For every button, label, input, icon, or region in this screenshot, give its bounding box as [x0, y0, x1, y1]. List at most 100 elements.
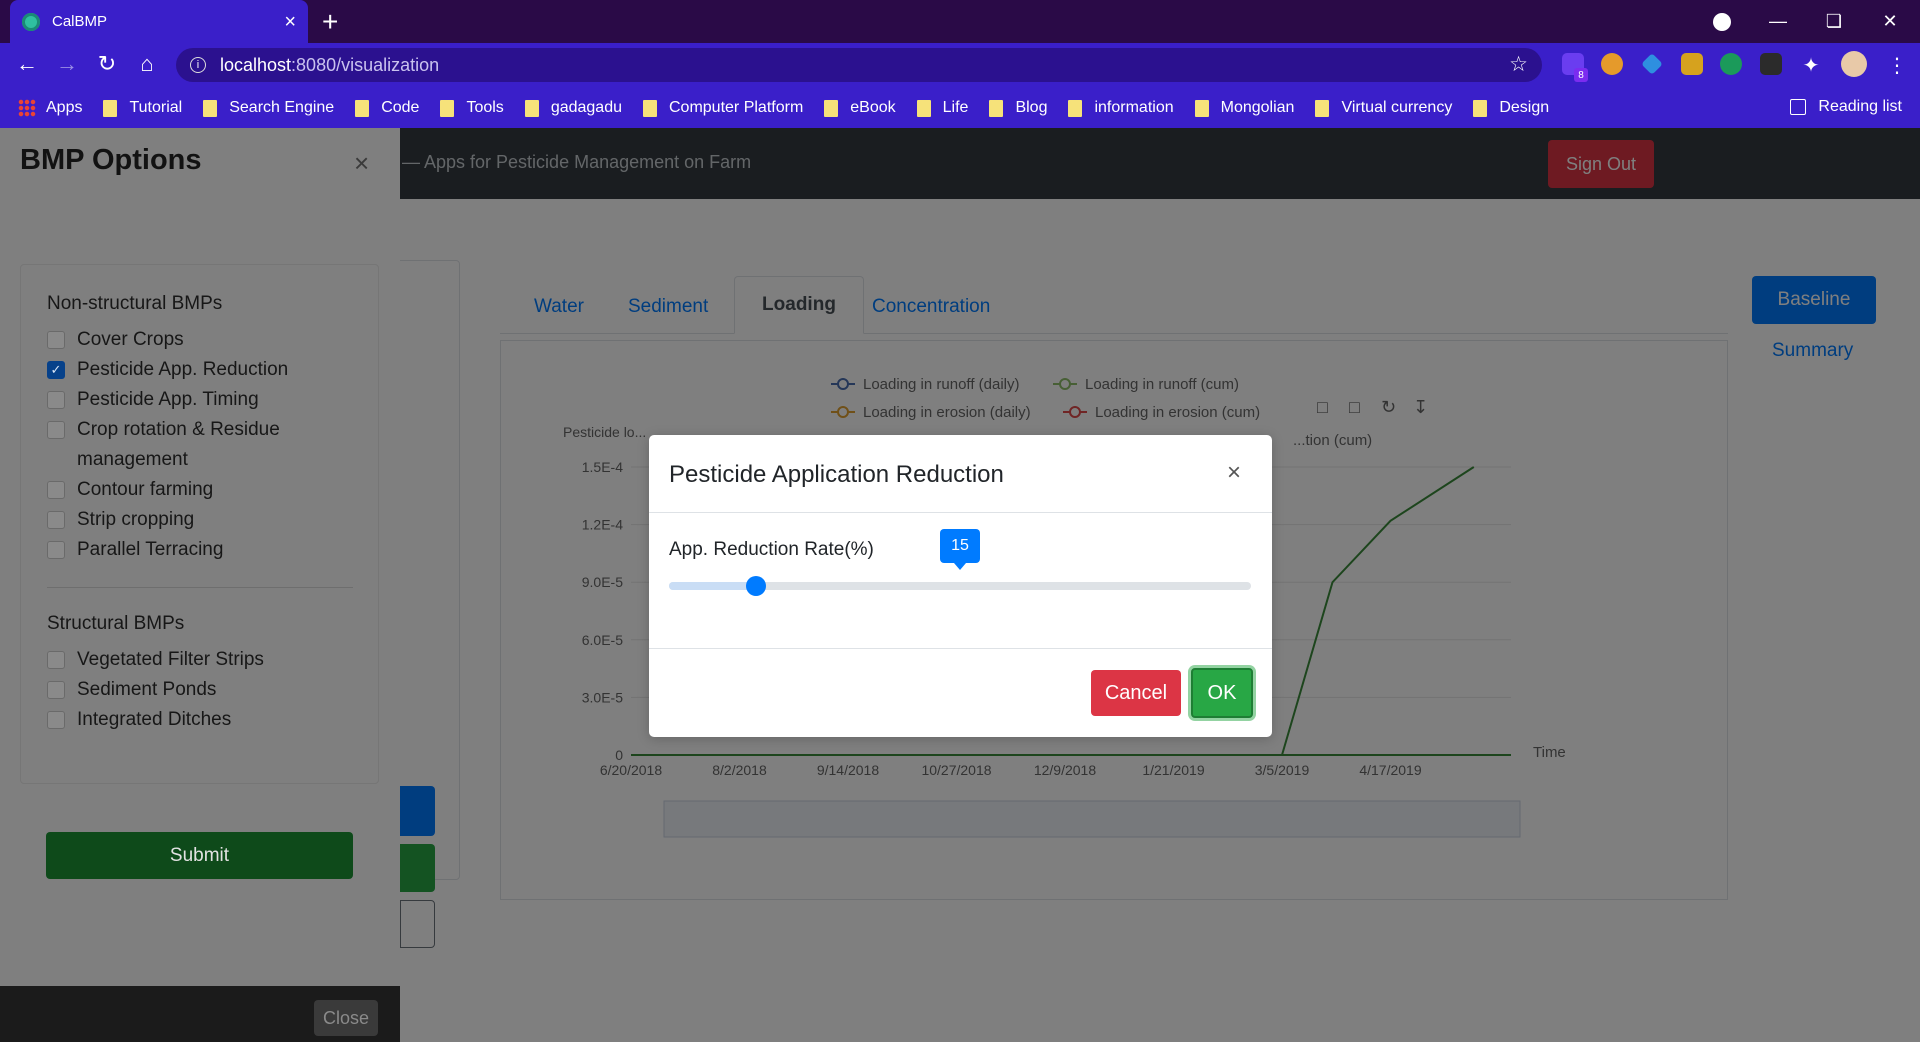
checkbox-label: Vegetated Filter Strips	[77, 649, 264, 670]
browser-menu-icon[interactable]: ⋮	[1886, 53, 1908, 77]
bookmark-folder[interactable]: Code	[355, 99, 419, 117]
reduction-rate-slider[interactable]	[669, 576, 1251, 596]
bookmark-label: Code	[381, 99, 420, 116]
checkbox[interactable]	[47, 541, 65, 559]
offcanvas-title: BMP Options	[20, 144, 202, 176]
bookmark-folder[interactable]: Life	[916, 99, 969, 117]
checkbox-label: Crop rotation & Residue management	[77, 419, 280, 470]
checkbox[interactable]	[47, 511, 65, 529]
reading-list-button[interactable]: Reading list	[1790, 98, 1902, 116]
bookmark-label: Life	[942, 99, 969, 116]
bmp-cover-crops[interactable]: Cover Crops	[47, 325, 184, 355]
close-button[interactable]: Close	[314, 1000, 378, 1036]
modal-close-icon[interactable]: ×	[1227, 459, 1241, 487]
folder-icon	[203, 99, 218, 117]
restore-icon[interactable]: ❏	[1806, 0, 1862, 43]
bookmark-label: Blog	[1015, 99, 1048, 116]
checkbox[interactable]	[47, 481, 65, 499]
checkbox-label: Pesticide App. Reduction	[77, 359, 289, 380]
cookie-extension-icon[interactable]	[1601, 53, 1623, 75]
address-bar[interactable]: i localhost:8080/visualization ☆	[176, 48, 1542, 82]
ok-button[interactable]: OK	[1191, 668, 1253, 718]
bookmark-folder[interactable]: Design	[1473, 99, 1549, 117]
nonstructural-title: Non-structural BMPs	[47, 293, 223, 314]
bmp-crop-rotation[interactable]: Crop rotation & Residue management	[47, 415, 317, 475]
bookmark-label: Virtual currency	[1341, 99, 1453, 116]
bookmark-apps[interactable]: Apps	[18, 99, 82, 117]
folder-icon	[440, 99, 455, 117]
bmp-parallel-terracing[interactable]: Parallel Terracing	[47, 535, 223, 565]
checkbox-label: Sediment Ponds	[77, 679, 217, 700]
bookmark-folder[interactable]: Search Engine	[203, 99, 334, 117]
minimize-icon[interactable]: —	[1750, 0, 1806, 43]
cube-extension-icon[interactable]	[1681, 53, 1703, 75]
window-close-icon[interactable]: ✕	[1862, 0, 1918, 43]
bmp-options-offcanvas: BMP Options × Non-structural BMPs Cover …	[0, 128, 400, 1042]
bookmark-label: Tools	[466, 99, 504, 116]
bmp-vegetated-filter-strips[interactable]: Vegetated Filter Strips	[47, 645, 264, 675]
folder-icon	[524, 99, 539, 117]
bookmark-folder[interactable]: Blog	[989, 99, 1047, 117]
home-icon[interactable]: ⌂	[132, 51, 162, 77]
bmp-integrated-ditches[interactable]: Integrated Ditches	[47, 705, 231, 735]
bookmark-folder[interactable]: Computer Platform	[643, 99, 803, 117]
profile-avatar[interactable]	[1841, 51, 1867, 77]
slider-thumb[interactable]	[746, 576, 767, 596]
checkbox[interactable]	[47, 421, 65, 439]
slider-value-tooltip: 15	[940, 529, 980, 570]
bookmark-folder[interactable]: eBook	[824, 99, 896, 117]
submit-button[interactable]: Submit	[46, 832, 353, 879]
checkbox-checked[interactable]: ✓	[47, 361, 65, 379]
cancel-button[interactable]: Cancel	[1091, 670, 1181, 716]
offcanvas-close-icon[interactable]: ×	[354, 148, 369, 179]
folder-icon	[916, 99, 931, 117]
folder-icon	[355, 99, 370, 117]
bookmark-folder[interactable]: Mongolian	[1194, 99, 1295, 117]
bmp-strip-cropping[interactable]: Strip cropping	[47, 505, 194, 535]
offcanvas-footer: Close	[0, 986, 400, 1042]
glasses-extension-icon[interactable]	[1760, 53, 1782, 75]
bookmark-label: Apps	[46, 99, 83, 116]
bookmark-star-icon[interactable]: ☆	[1509, 52, 1528, 77]
bookmark-label: eBook	[850, 99, 896, 116]
checkbox[interactable]	[47, 391, 65, 409]
bmp-sediment-ponds[interactable]: Sediment Ponds	[47, 675, 216, 705]
browser-tab[interactable]: CalBMP ×	[10, 0, 308, 43]
bookmark-label: Tutorial	[129, 99, 183, 116]
bookmark-folder[interactable]: Virtual currency	[1315, 99, 1452, 117]
checkbox[interactable]	[47, 651, 65, 669]
checkbox[interactable]	[47, 711, 65, 729]
bookmark-label: Mongolian	[1220, 99, 1295, 116]
extensions-puzzle-icon[interactable]: ✦	[1800, 53, 1822, 77]
bookmark-folder[interactable]: information	[1068, 99, 1174, 117]
bmp-contour-farming[interactable]: Contour farming	[47, 475, 213, 505]
new-tab-button[interactable]: +	[322, 6, 338, 38]
slider-fill	[669, 582, 757, 590]
check-extension-icon[interactable]	[1720, 53, 1742, 75]
checkbox[interactable]	[47, 331, 65, 349]
site-info-icon[interactable]: i	[190, 57, 206, 73]
profile-menu-icon[interactable]	[1694, 0, 1750, 43]
checkbox[interactable]	[47, 681, 65, 699]
extension-badge: 8	[1574, 68, 1588, 82]
bookmark-label: Computer Platform	[669, 99, 804, 116]
folder-icon	[103, 99, 118, 117]
browser-toolbar: ← → ↻ ⌂ i localhost:8080/visualization ☆	[0, 43, 1920, 88]
back-arrow-icon[interactable]: ←	[12, 51, 42, 77]
checkbox-label: Strip cropping	[77, 509, 195, 530]
reading-list-label: Reading list	[1818, 98, 1902, 115]
folder-icon	[643, 99, 657, 117]
bmp-pesticide-app-reduction[interactable]: ✓ Pesticide App. Reduction	[47, 355, 288, 385]
checkbox-label: Contour farming	[77, 479, 214, 500]
url-path: :8080/visualization	[291, 54, 440, 75]
bookmark-folder[interactable]: Tutorial	[103, 99, 182, 117]
reload-icon[interactable]: ↻	[92, 51, 122, 77]
tab-close-icon[interactable]: ×	[284, 12, 296, 32]
structural-title: Structural BMPs	[47, 613, 185, 634]
reading-list-icon	[1790, 99, 1807, 115]
forward-arrow-icon[interactable]: →	[52, 51, 82, 77]
bookmark-folder[interactable]: Tools	[440, 99, 504, 117]
bmp-pesticide-app-timing[interactable]: Pesticide App. Timing	[47, 385, 259, 415]
section-divider	[47, 587, 353, 588]
bookmark-folder[interactable]: gadagadu	[524, 99, 622, 117]
